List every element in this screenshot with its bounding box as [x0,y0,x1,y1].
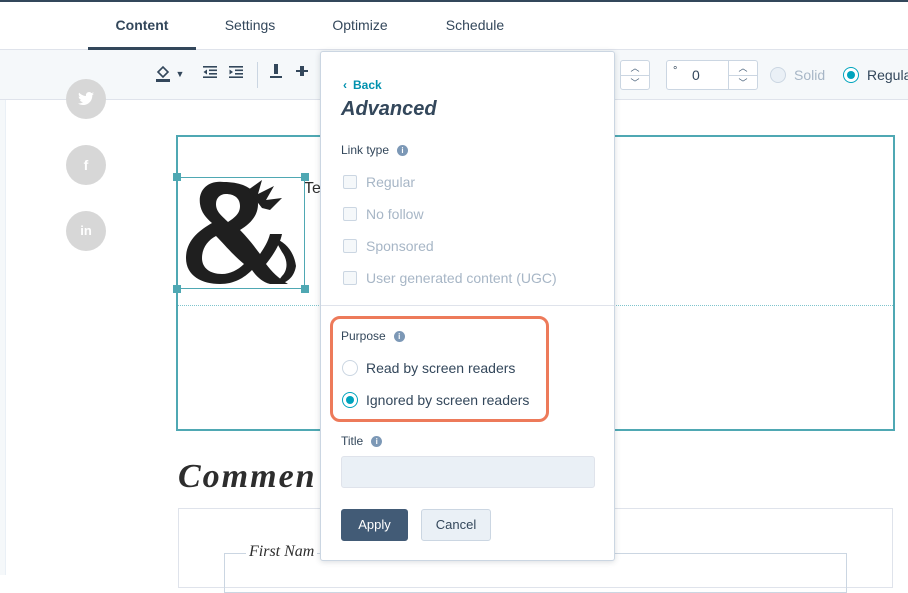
chevron-up-icon[interactable]: ︿ [729,61,757,76]
left-panel-edge [0,100,6,575]
info-icon[interactable]: i [393,331,405,343]
border-style-solid-radio[interactable] [770,67,786,83]
purpose-label: Purpose [341,329,386,343]
spacing-stepper[interactable]: ︿ ﹀ [620,60,650,90]
align-middle-icon[interactable] [292,64,312,84]
tab-optimize[interactable]: Optimize [320,2,400,50]
border-style-regular-radio[interactable] [843,67,859,83]
module-text[interactable]: Te [304,180,321,198]
link-type-ugc-checkbox[interactable] [343,271,357,285]
purpose-ignored-label: Ignored by screen readers [366,392,530,408]
degree-label: ° [673,65,678,77]
title-input[interactable] [341,456,595,488]
cancel-button[interactable]: Cancel [421,509,491,541]
resize-handle[interactable] [173,173,181,181]
ampersand-dragon-logo [186,180,296,284]
line-height-stepper[interactable]: ° 0 ︿ ﹀ [666,60,758,90]
chevron-down-icon[interactable]: ﹀ [621,76,649,90]
link-type-nofollow-checkbox[interactable] [343,207,357,221]
back-link[interactable]: ‹ Back [343,78,382,92]
border-style-solid-label: Solid [794,67,826,83]
info-icon[interactable]: i [371,436,383,448]
tab-schedule[interactable]: Schedule [435,2,515,50]
popover-title: Advanced [341,98,437,120]
link-type-label: Link type [341,143,390,157]
link-type-regular-checkbox[interactable] [343,175,357,189]
outdent-icon[interactable] [200,64,220,84]
chevron-left-icon: ‹ [343,78,347,92]
tab-content[interactable]: Content [88,2,196,50]
border-style-regular-label: Regular [867,67,908,83]
chevron-down-icon[interactable]: ﹀ [729,76,757,90]
indent-icon[interactable] [226,64,246,84]
purpose-ignored-radio[interactable] [342,392,358,408]
tab-settings[interactable]: Settings [210,2,290,50]
chevron-down-icon[interactable]: ▼ [173,64,187,84]
title-label: Title [341,434,364,448]
advanced-link-popover: ‹ Back Advanced Link type i Regular No fol… [320,51,615,561]
resize-handle[interactable] [173,285,181,293]
info-icon[interactable]: i [397,145,409,157]
section-divider [321,305,614,306]
link-type-nofollow-label: No follow [366,206,424,222]
align-bottom-icon[interactable] [266,64,286,84]
editor-tabs-bar: Content Settings Optimize Schedule [0,0,908,50]
first-name-label: First Nam [246,543,318,561]
selected-image[interactable] [177,177,305,289]
twitter-icon[interactable] [66,79,106,119]
purpose-read-radio[interactable] [342,360,358,376]
link-type-ugc-label: User generated content (UGC) [366,270,557,286]
linkedin-icon[interactable]: in [66,211,106,251]
toolbar-divider [257,62,258,88]
comments-heading: Commen [178,458,317,495]
apply-button[interactable]: Apply [341,509,408,541]
resize-handle[interactable] [301,285,309,293]
chevron-up-icon[interactable]: ︿ [621,61,649,76]
purpose-heading: Purpose i [341,329,405,343]
link-type-regular-label: Regular [366,174,416,190]
link-type-sponsored-checkbox[interactable] [343,239,357,253]
resize-handle[interactable] [301,173,309,181]
facebook-icon[interactable]: f [66,145,106,185]
line-height-value[interactable]: 0 [692,67,700,83]
back-label: Back [353,78,382,92]
purpose-read-label: Read by screen readers [366,360,516,376]
title-heading: Title i [341,434,383,448]
fill-color-icon[interactable] [153,64,173,84]
link-type-sponsored-label: Sponsored [366,238,434,254]
link-type-heading: Link type i [341,143,409,157]
